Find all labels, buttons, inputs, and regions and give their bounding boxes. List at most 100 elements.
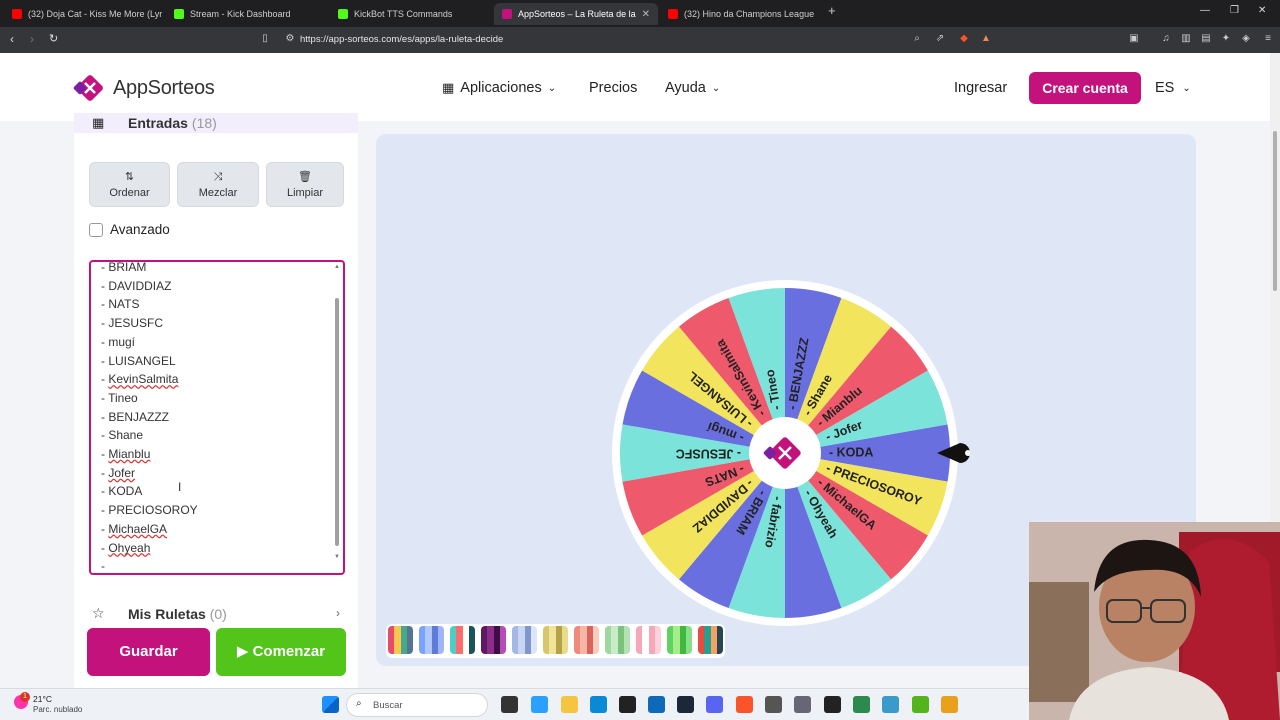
edge-icon[interactable] (590, 696, 607, 713)
app-icon[interactable] (941, 696, 958, 713)
nav-pricing[interactable]: Precios (589, 80, 637, 96)
reload-icon[interactable]: ↻ (49, 32, 58, 45)
steam-icon[interactable] (677, 696, 694, 713)
minimize-icon[interactable]: — (1200, 5, 1210, 16)
wheel-peg (890, 322, 895, 327)
settings-icon[interactable] (794, 696, 811, 713)
swatch-stripe (499, 626, 506, 654)
shuffle-button[interactable]: ⤨ Mezclar (177, 162, 259, 207)
site-header: AppSorteos ▦ Aplicaciones ⌄ Precios Ayud… (0, 53, 1270, 121)
start-button[interactable]: ▶ Comenzar (216, 628, 346, 676)
theme-swatch[interactable] (543, 626, 568, 654)
theme-swatch[interactable] (512, 626, 537, 654)
wheel-peg (783, 283, 787, 287)
advanced-checkbox[interactable] (89, 223, 103, 237)
entry-line: - (101, 559, 105, 574)
youtube-icon (12, 9, 22, 19)
login-button[interactable]: Ingresar (954, 80, 1007, 96)
nav-help[interactable]: Ayuda ⌄ (665, 80, 720, 96)
chevron-right-icon[interactable]: › (336, 606, 340, 620)
signup-button[interactable]: Crear cuenta (1029, 72, 1141, 104)
shuffle-label: Mezclar (198, 187, 238, 199)
swatch-stripe (437, 626, 444, 654)
file-explorer-icon[interactable] (561, 696, 578, 713)
wallet-icon[interactable]: ▤ (1200, 33, 1212, 45)
trash-icon: 🗑 (298, 171, 312, 183)
bookmark-icon[interactable]: ▯ (259, 33, 271, 45)
entry-line: - BRIAM (101, 260, 147, 274)
my-wheels-title[interactable]: Mis Ruletas (0) (128, 606, 227, 622)
theme-swatch[interactable] (636, 626, 661, 654)
swatch-stripe (716, 626, 723, 654)
browser-tab[interactable]: (32) Doja Cat - Kiss Me More (Lyrics) (4, 3, 162, 25)
sort-label: Ordenar (109, 187, 150, 199)
store-icon[interactable] (619, 696, 636, 713)
spin-wheel[interactable]: - KODA- PRECIOSOROY- MichaelGA- Ohyeah- … (610, 275, 970, 635)
entries-textarea[interactable]: - BRIAM - DAVIDDIAZ - NATS - JESUSFC - mugí -… (89, 260, 345, 575)
brave-icon[interactable] (736, 696, 753, 713)
app-icon[interactable] (853, 696, 870, 713)
outlook-icon[interactable] (648, 696, 665, 713)
url-field[interactable]: https://app-sorteos.com/es/apps/la-rulet… (300, 31, 1000, 49)
sort-button[interactable]: ⇅ Ordenar (89, 162, 170, 207)
windows-start-icon[interactable] (322, 696, 339, 713)
logo-text[interactable]: AppSorteos (113, 77, 215, 100)
page-scroll-thumb[interactable] (1273, 131, 1277, 291)
nav-label: Aplicaciones (460, 80, 542, 96)
entry-line: - MichaelGA (101, 522, 167, 536)
forward-icon[interactable]: › (30, 32, 34, 46)
site-info-icon[interactable]: ⚙ (284, 33, 296, 45)
browser-tab[interactable]: (32) Hino da Champions League (660, 3, 820, 25)
theme-swatch[interactable] (481, 626, 506, 654)
wheel-peg (637, 535, 642, 539)
discord-icon[interactable] (706, 696, 723, 713)
entry-line: - Mianblu (101, 447, 150, 461)
theme-swatch[interactable] (605, 626, 630, 654)
panel-icon[interactable]: ▥ (1180, 33, 1192, 45)
browser-tab[interactable]: KickBot TTS Commands (330, 3, 490, 25)
nav-applications[interactable]: ▦ Aplicaciones ⌄ (442, 80, 556, 96)
media-icon[interactable]: ♫ (1160, 33, 1172, 45)
zoom-icon[interactable]: ⌕ (911, 33, 923, 45)
task-view-icon[interactable] (501, 696, 518, 713)
notification-badge: 1 (20, 692, 30, 702)
appsorteos-logo-icon[interactable] (73, 71, 107, 105)
maximize-icon[interactable]: ❐ (1230, 5, 1239, 16)
close-window-icon[interactable]: ✕ (1258, 5, 1266, 16)
menu-icon[interactable]: ≡ (1262, 33, 1274, 45)
share-icon[interactable]: ⇗ (934, 33, 946, 45)
sidebar-icon[interactable]: ▣ (1128, 33, 1140, 45)
save-button[interactable]: Guardar (87, 628, 210, 676)
clear-label: Limpiar (286, 187, 324, 199)
brave-shields-icon[interactable]: ◆ (958, 33, 970, 45)
scroll-up-icon[interactable]: ▲ (334, 264, 340, 270)
new-tab-button[interactable]: + (828, 3, 836, 18)
copilot-icon[interactable] (531, 696, 548, 713)
scroll-thumb[interactable] (335, 298, 339, 546)
entries-title-text: Entradas (128, 115, 188, 131)
notepad-icon[interactable] (882, 696, 899, 713)
theme-swatch[interactable] (667, 626, 692, 654)
minecraft-icon[interactable] (912, 696, 929, 713)
browser-tab-active[interactable]: AppSorteos – La Ruleta de la Suerte ✕ (494, 3, 658, 25)
obs-icon[interactable] (824, 696, 841, 713)
theme-swatch[interactable] (574, 626, 599, 654)
theme-swatch[interactable] (388, 626, 413, 654)
clear-button[interactable]: 🗑 Limpiar (266, 162, 344, 207)
app-icon[interactable] (765, 696, 782, 713)
theme-swatch[interactable] (450, 626, 475, 654)
theme-swatch[interactable] (698, 626, 723, 654)
vpn-icon[interactable]: ◈ (1240, 33, 1252, 45)
language-selector[interactable]: ES ⌄ (1155, 80, 1191, 96)
textarea-scrollbar[interactable]: ▲ ▼ (334, 262, 342, 573)
extensions-icon[interactable]: ✦ (1220, 33, 1232, 45)
close-tab-icon[interactable]: ✕ (642, 9, 650, 20)
browser-tab[interactable]: Stream - Kick Dashboard (166, 3, 326, 25)
back-icon[interactable]: ‹ (10, 32, 14, 46)
entry-name: Mianblu (108, 447, 151, 461)
theme-swatch[interactable] (419, 626, 444, 654)
taskbar-search[interactable]: ⌕ Buscar (346, 693, 488, 717)
wheel-peg (617, 480, 622, 485)
scroll-down-icon[interactable]: ▼ (334, 554, 340, 560)
brave-rewards-icon[interactable]: ▲ (980, 33, 992, 45)
